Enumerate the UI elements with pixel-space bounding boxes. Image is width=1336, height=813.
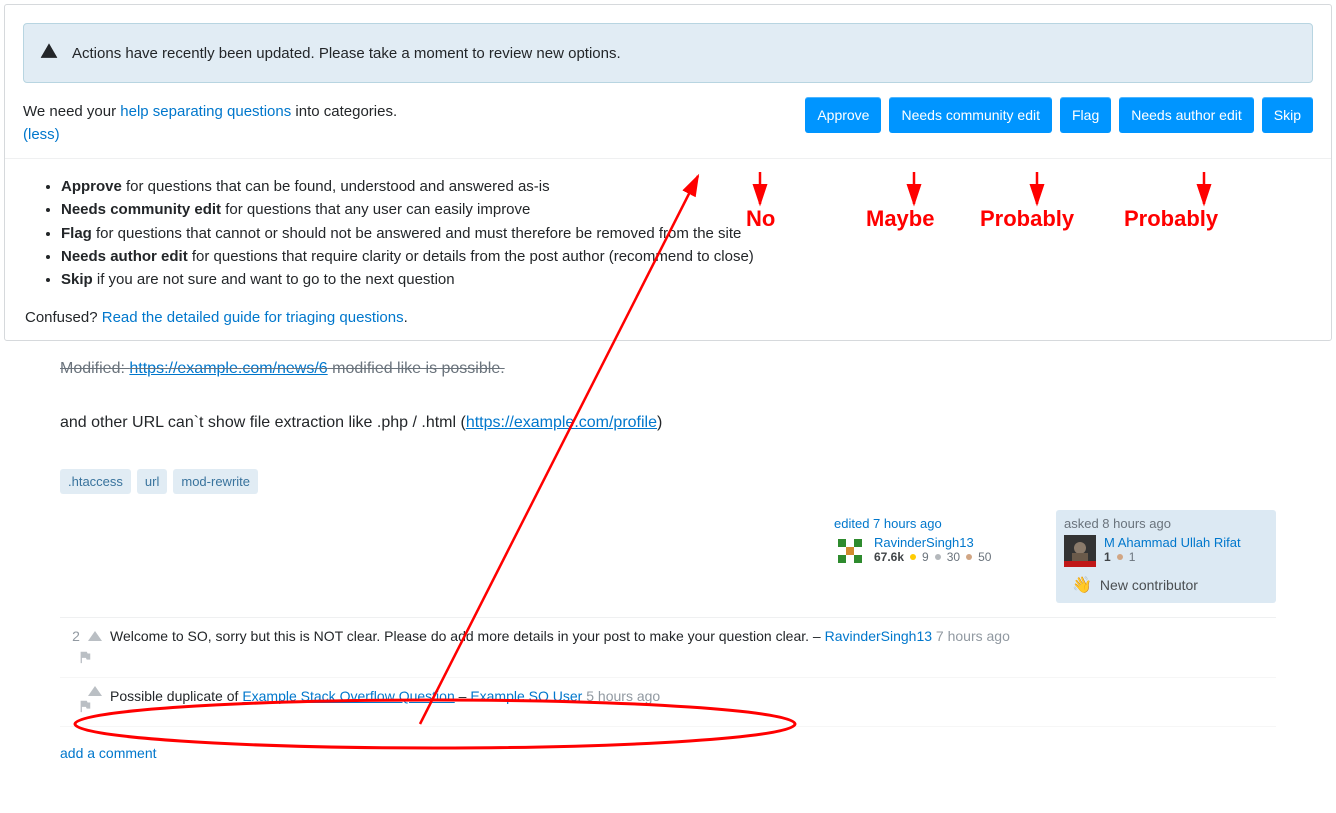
annotation-probably-2: Probably: [1124, 206, 1218, 232]
annotation-probably-1: Probably: [980, 206, 1074, 232]
annotation-maybe: Maybe: [866, 206, 934, 232]
annotation-no: No: [746, 206, 775, 232]
annotation-overlay: [0, 4, 1336, 813]
